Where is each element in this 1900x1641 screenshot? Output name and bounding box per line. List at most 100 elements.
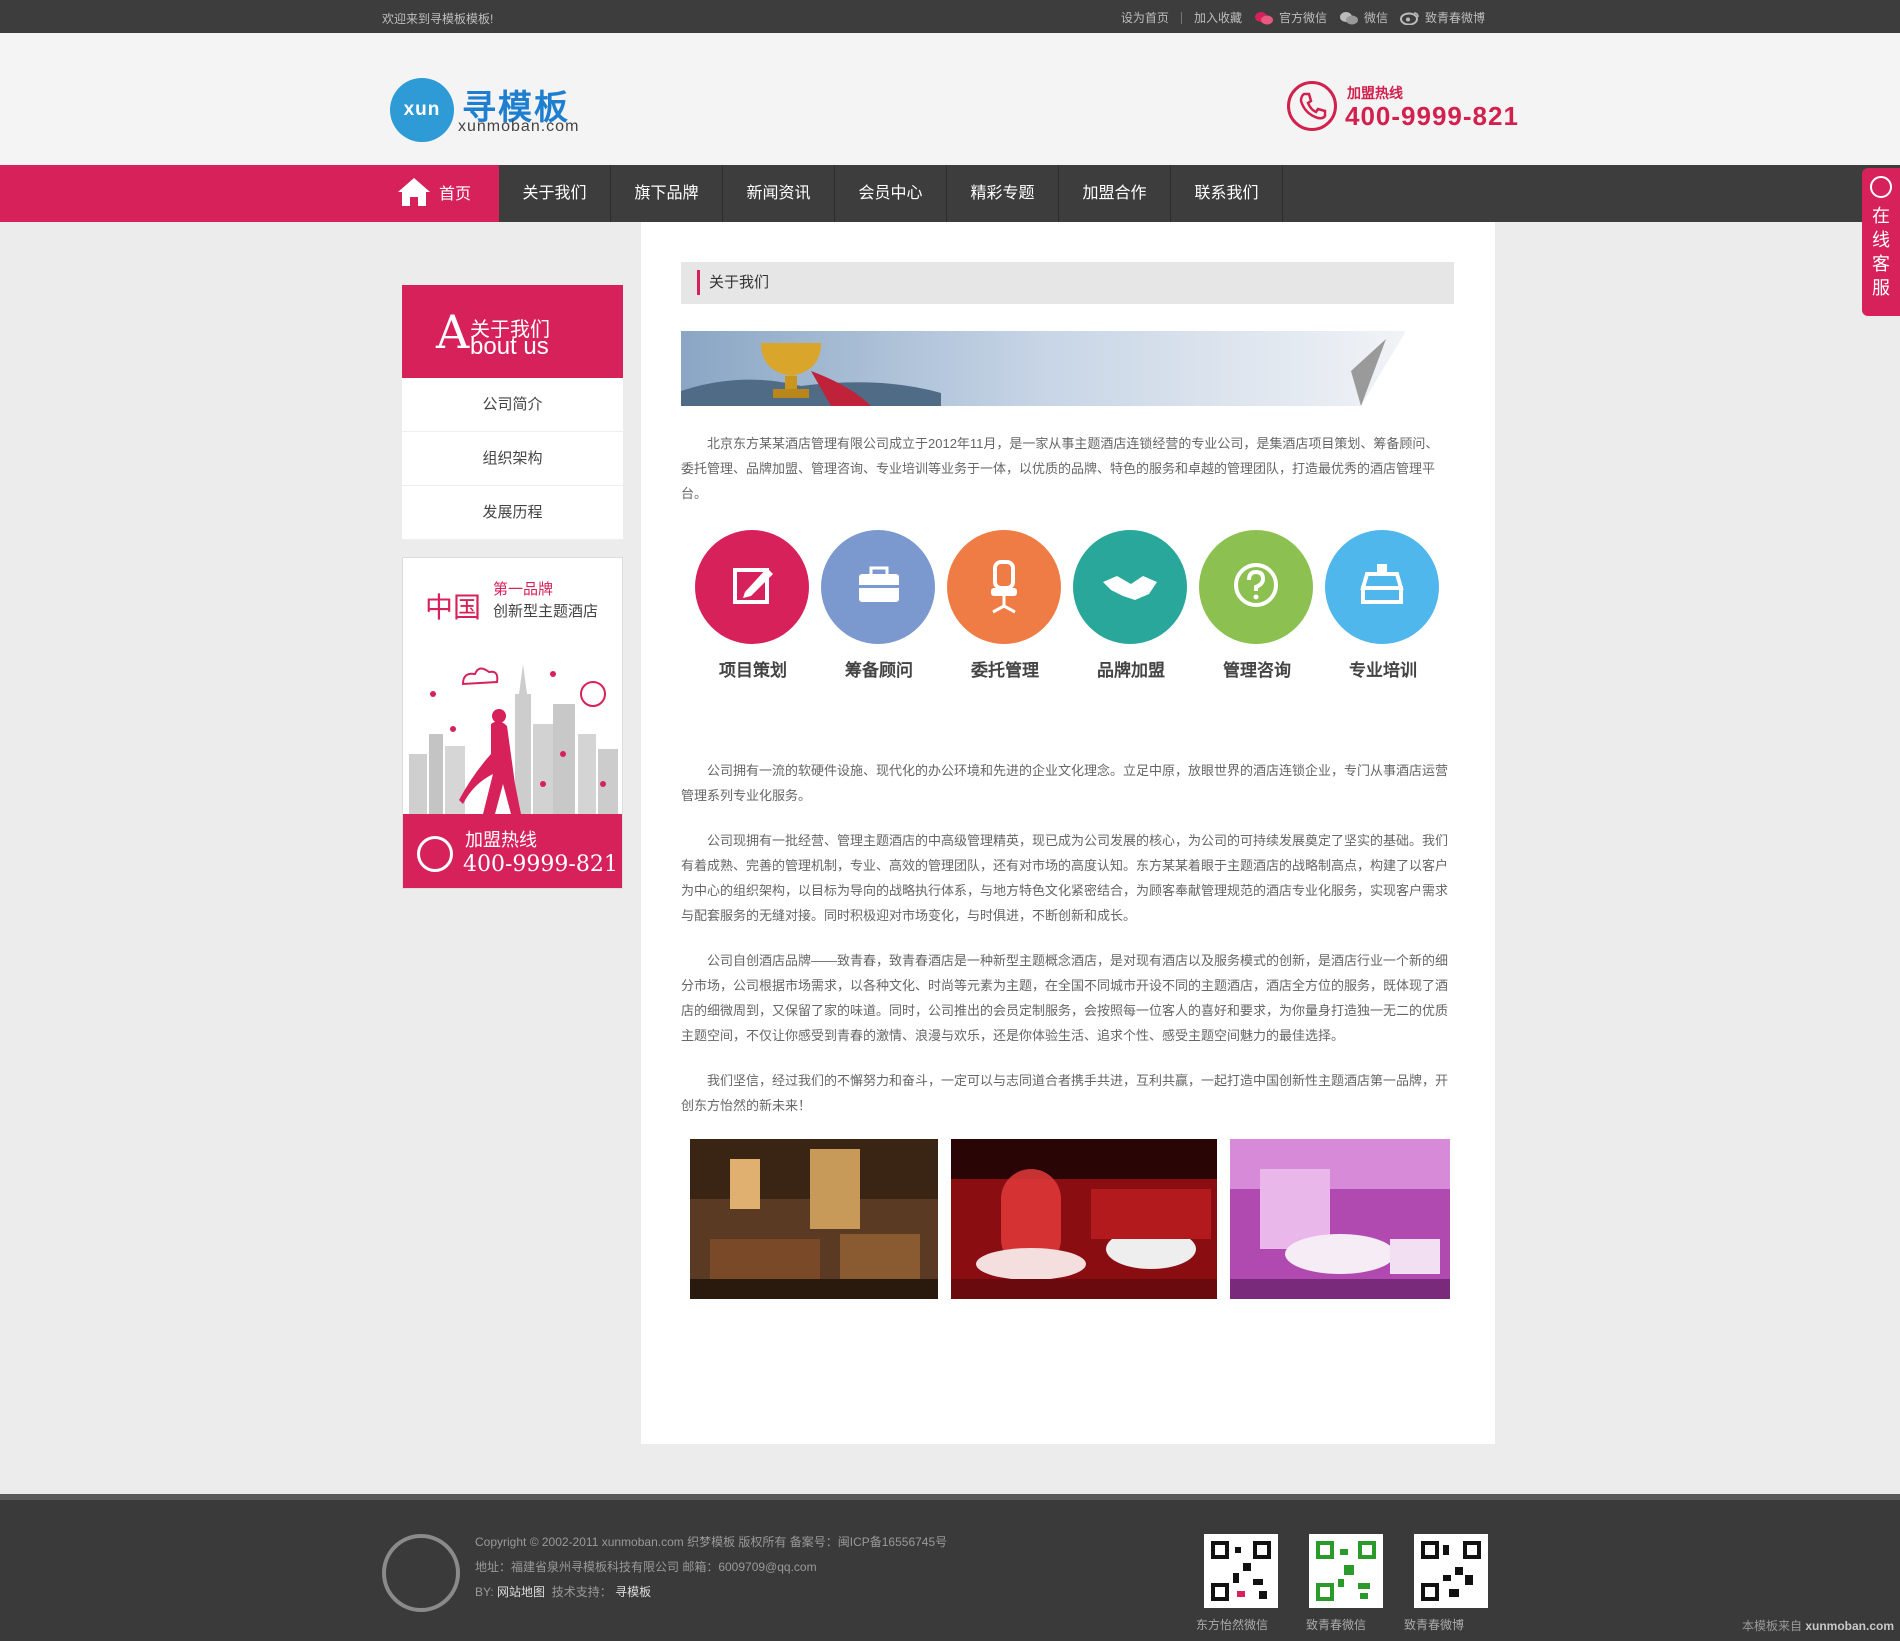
sidebar-item-profile[interactable]: 公司简介 — [402, 378, 623, 432]
weibo-icon — [1399, 11, 1419, 25]
nav-home-label: 首页 — [439, 186, 472, 203]
hotline-number: 400-9999-821 — [1345, 101, 1519, 131]
qr-code — [1414, 1534, 1488, 1608]
sidebar: A 关于我们 bout us 公司简介 组织架构 发展历程 — [402, 285, 623, 540]
training-icon — [1325, 530, 1439, 644]
main-nav: 首页 关于我们 旗下品牌 新闻资讯 会员中心 精彩专题 加盟合作 联系我们 — [0, 165, 1900, 222]
nav-item-members[interactable]: 会员中心 — [835, 165, 947, 222]
trophy-banner-image — [681, 331, 1406, 406]
sidebar-title-letter: A — [436, 305, 470, 359]
nav-item-topics[interactable]: 精彩专题 — [947, 165, 1059, 222]
phone-icon — [1287, 81, 1337, 131]
sidebar-item-structure[interactable]: 组织架构 — [402, 432, 623, 486]
question-icon — [1199, 530, 1313, 644]
wechat-link[interactable]: 微信 — [1339, 9, 1388, 26]
hotel-room-photo[interactable] — [1230, 1139, 1450, 1299]
service-item[interactable]: 专业培训 — [1325, 530, 1441, 681]
service-item[interactable]: 管理咨询 — [1199, 530, 1315, 681]
qr-label: 东方怡然微信 — [1196, 1618, 1269, 1632]
official-wechat-label: 官方微信 — [1278, 11, 1327, 25]
footer-links: BY: 网站地图 技术支持： 寻模板 — [475, 1580, 947, 1605]
site-footer: Copyright © 2002-2011 xunmoban.com 织梦模板 … — [0, 1494, 1900, 1641]
ad-hotline-label: 加盟热线 — [465, 830, 537, 850]
service-item[interactable]: 筹备顾问 — [821, 530, 937, 681]
qr-label: 致青春微信 — [1306, 1618, 1367, 1632]
site-logo[interactable]: xun 寻模板 xunmoban.com — [390, 78, 590, 148]
weibo-label: 致青春微博 — [1424, 11, 1485, 25]
watermark-site: xunmoban.com — [1805, 1619, 1894, 1633]
service-label: 委托管理 — [971, 661, 1039, 681]
watermark: 本模板来自 xunmoban.com — [1742, 1617, 1894, 1634]
service-label: 管理咨询 — [1223, 661, 1291, 681]
nav-home[interactable]: 首页 — [395, 175, 471, 209]
edit-icon — [695, 530, 809, 644]
ad-hotline-number: 400-9999-821 — [463, 852, 618, 877]
body-paragraph: 公司现拥有一批经营、管理主题酒店的中高级管理精英，现已成为公司发展的核心，为公司… — [681, 833, 1449, 923]
support-link[interactable]: 寻模板 — [615, 1585, 651, 1599]
sidebar-header: A 关于我们 bout us — [402, 285, 623, 378]
ad-hotline: 加盟热线 400-9999-821 — [403, 814, 622, 888]
hotline-label: 加盟热线 — [1347, 85, 1403, 101]
qr-label: 致青春微博 — [1404, 1618, 1465, 1632]
service-item[interactable]: 委托管理 — [947, 530, 1063, 681]
home-icon — [398, 178, 430, 206]
wechat-icon — [1339, 11, 1358, 24]
wechat-label: 微信 — [1363, 11, 1388, 25]
weibo-link[interactable]: 致青春微博 — [1399, 9, 1485, 26]
service-label: 项目策划 — [719, 661, 787, 681]
header-hotline: 加盟热线 400-9999-821 — [1287, 81, 1519, 141]
sidebar-title-en: bout us — [470, 333, 549, 360]
service-label: 品牌加盟 — [1097, 661, 1165, 681]
wechat-icon — [1254, 11, 1273, 24]
sidebar-ad-banner[interactable]: 中国 第一品牌 创新型主题酒店 加盟热线 400-9999-821 — [402, 557, 623, 889]
online-service-tab[interactable]: 在线客服 — [1862, 168, 1900, 316]
divider — [1180, 11, 1182, 24]
watermark-prefix: 本模板来自 — [1741, 1619, 1802, 1633]
ad-rank: 第一品牌 — [493, 581, 554, 598]
city-couple-illustration — [409, 664, 618, 814]
logo-badge: xun — [390, 78, 454, 142]
body-paragraph: 公司拥有一流的软硬件设施、现代化的办公环境和先进的企业文化理念。立足中原，放眼世… — [681, 763, 1449, 803]
hotel-room-photo[interactable] — [690, 1139, 938, 1299]
welcome-text: 欢迎来到寻模板模板! — [382, 12, 494, 26]
qr-code — [1309, 1534, 1383, 1608]
footer-info: Copyright © 2002-2011 xunmoban.com 织梦模板 … — [475, 1530, 947, 1605]
logo-domain: xunmoban.com — [458, 118, 580, 135]
address-text: 地址：福建省泉州寻模板科技有限公司 邮箱：6009709@qq.com — [475, 1560, 817, 1574]
service-label: 筹备顾问 — [845, 661, 913, 681]
body-paragraph: 公司自创酒店品牌——致青春，致青春酒店是一种新型主题概念酒店，是对现有酒店以及服… — [681, 953, 1449, 1043]
copyright-text: Copyright © 2002-2011 xunmoban.com 织梦模板 … — [475, 1535, 948, 1549]
ad-slogan: 创新型主题酒店 — [493, 603, 599, 620]
nav-item-contact[interactable]: 联系我们 — [1171, 165, 1283, 222]
service-label: 专业培训 — [1349, 661, 1417, 681]
nav-list: 关于我们 旗下品牌 新闻资讯 会员中心 精彩专题 加盟合作 联系我们 — [499, 165, 1283, 222]
official-wechat-link[interactable]: 官方微信 — [1254, 9, 1327, 26]
set-homepage-link[interactable]: 设为首页 — [1121, 9, 1169, 26]
services-row: 项目策划 筹备顾问 委托管理 品牌加盟 管理咨询 专业培训 — [695, 530, 1455, 690]
chair-icon — [947, 530, 1061, 644]
intro-paragraph: 北京东方某某酒店管理有限公司成立于2012年11月，是一家从事主题酒店连锁经营的… — [681, 436, 1439, 501]
briefcase-icon — [821, 530, 935, 644]
service-item[interactable]: 项目策划 — [695, 530, 811, 681]
nav-item-franchise[interactable]: 加盟合作 — [1059, 165, 1171, 222]
sitemap-link[interactable]: 网站地图 — [497, 1585, 545, 1599]
add-favorite-link[interactable]: 加入收藏 — [1194, 9, 1242, 26]
body-paragraph: 我们坚信，经过我们的不懈努力和奋斗，一定可以与志同道合者携手共进，互利共赢，一起… — [681, 1073, 1449, 1113]
seal-logo — [382, 1534, 460, 1612]
nav-item-about[interactable]: 关于我们 — [499, 165, 611, 222]
nav-item-news[interactable]: 新闻资讯 — [723, 165, 835, 222]
handshake-icon — [1073, 530, 1187, 644]
top-bar: 欢迎来到寻模板模板! 设为首页 加入收藏 官方微信 微信 致青春微博 — [0, 0, 1900, 33]
nav-item-brands[interactable]: 旗下品牌 — [611, 165, 723, 222]
top-links: 设为首页 加入收藏 官方微信 微信 致青春微博 — [1121, 9, 1485, 26]
ad-country: 中国 — [425, 592, 482, 623]
page-title-bar: 关于我们 — [681, 262, 1454, 304]
qr-code — [1204, 1534, 1278, 1608]
hotel-room-photo[interactable] — [951, 1139, 1217, 1299]
phone-icon — [417, 836, 453, 872]
service-item[interactable]: 品牌加盟 — [1073, 530, 1189, 681]
service-icon — [1870, 176, 1892, 198]
support-prefix: 技术支持： — [551, 1585, 612, 1599]
sidebar-item-history[interactable]: 发展历程 — [402, 486, 623, 540]
site-header: xun 寻模板 xunmoban.com 加盟热线 400-9999-821 — [0, 33, 1900, 165]
